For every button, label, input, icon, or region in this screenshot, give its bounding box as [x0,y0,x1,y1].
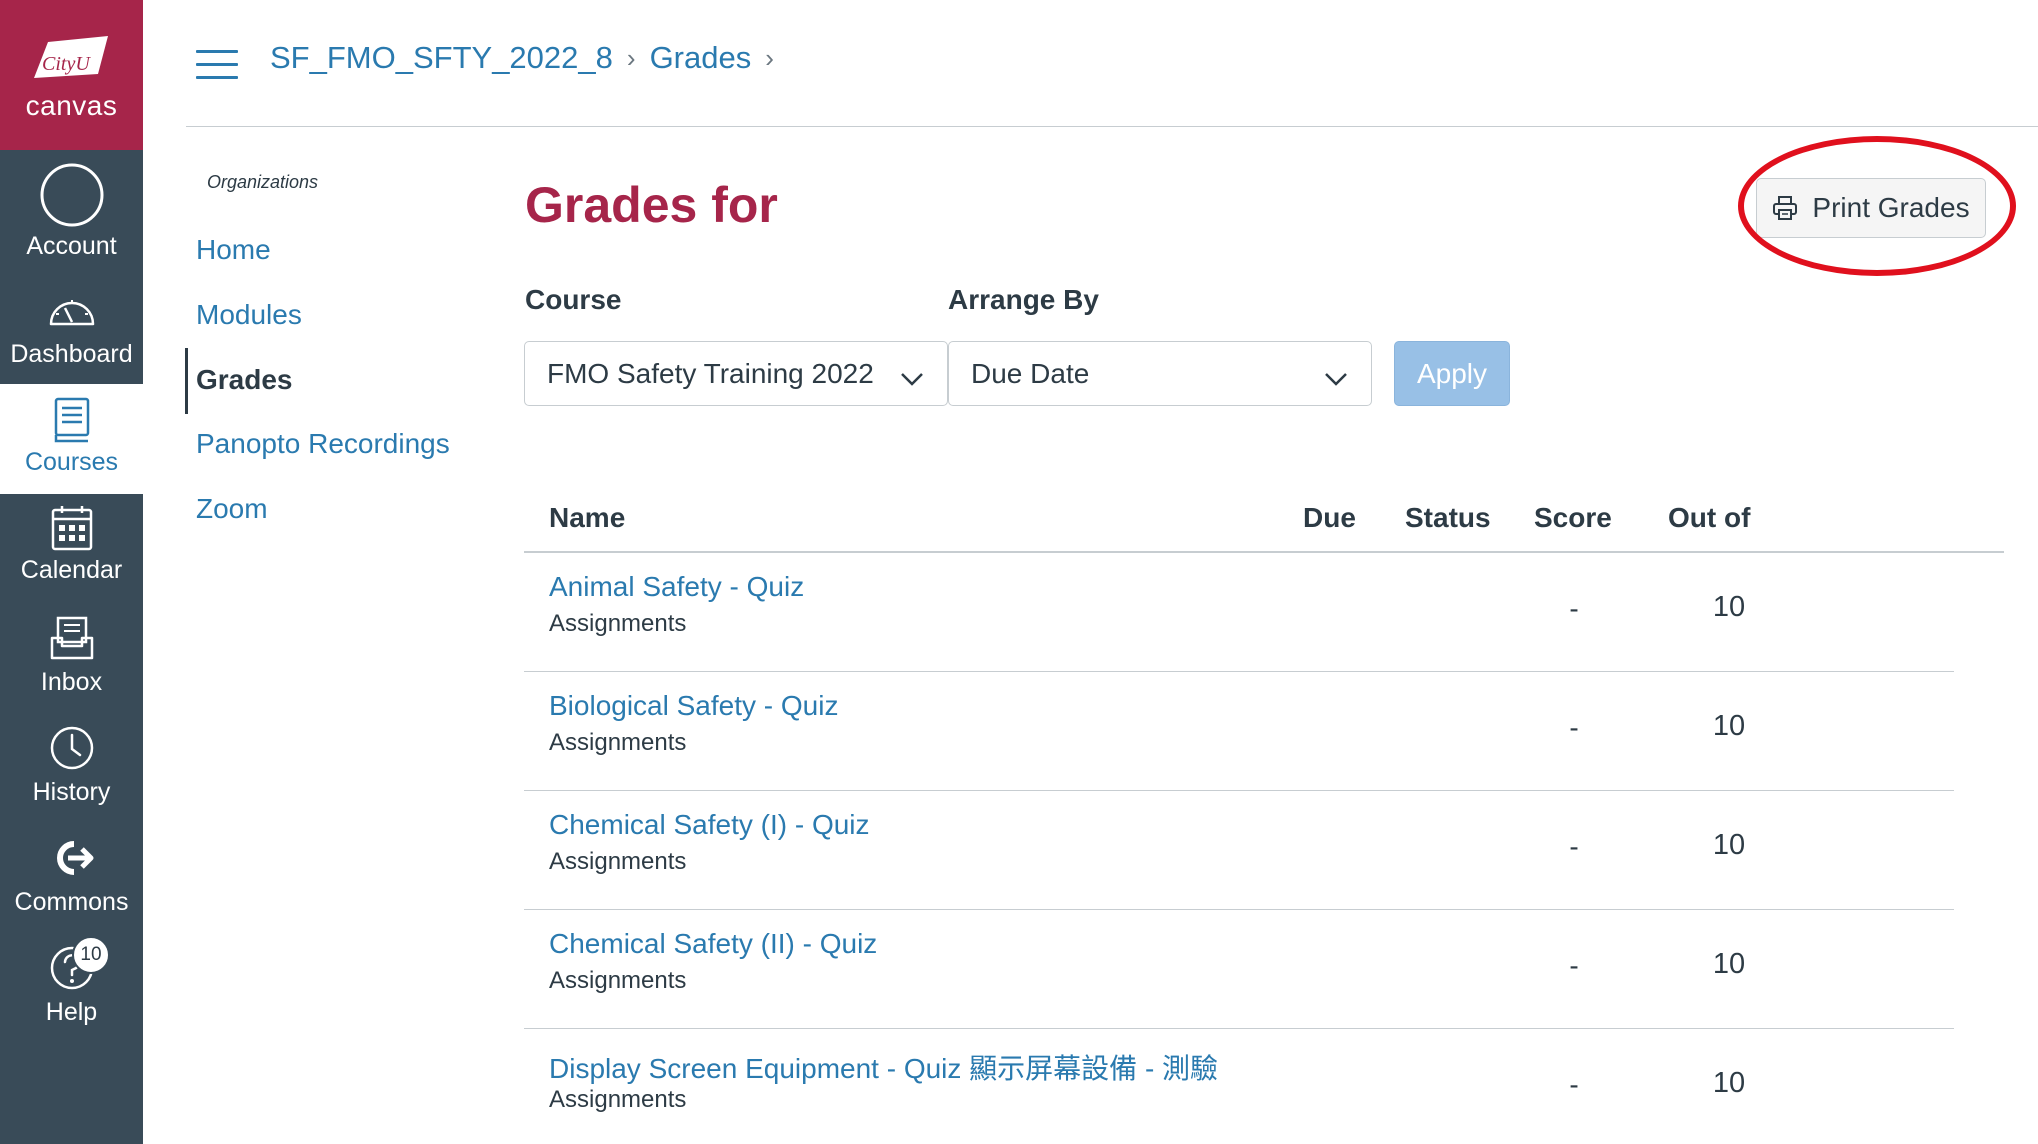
column-header-due[interactable]: Due [1303,502,1356,534]
inbox-icon [0,614,143,662]
assignment-link[interactable]: Chemical Safety (II) - Quiz [549,928,877,960]
table-row: Display Screen Equipment - Quiz 顯示屏幕設備 -… [524,1029,1954,1144]
assignment-out-of: 10 [1712,948,1746,980]
global-nav-label: Dashboard [10,340,133,368]
table-row: Animal Safety - Quiz Assignments - 10 [524,553,1954,672]
global-nav-commons[interactable]: Commons [0,824,143,934]
dashboard-gauge-icon [0,292,143,328]
column-header-name[interactable]: Name [549,502,625,534]
course-nav-panopto[interactable]: Panopto Recordings [196,428,450,460]
table-row: Chemical Safety (I) - Quiz Assignments -… [524,791,1954,910]
assignment-link[interactable]: Biological Safety - Quiz [549,690,838,722]
course-nav-active-indicator [185,348,188,414]
global-nav-account[interactable]: Account [0,150,143,260]
global-nav-label: Courses [24,448,119,476]
canvas-logo-text: canvas [25,90,118,121]
help-notification-badge: 10 [72,936,110,974]
breadcrumb-course-link[interactable]: SF_FMO_SFTY_2022_8 [270,40,613,76]
global-nav-label: Calendar [20,556,123,584]
global-nav-label: Commons [14,888,129,916]
commons-icon [0,838,143,878]
breadcrumb-separator: › [765,42,774,73]
assignment-score: - [1569,712,1579,743]
course-nav-modules[interactable]: Modules [196,299,302,331]
breadcrumb-separator: › [626,42,636,73]
table-row: Biological Safety - Quiz Assignments - 1… [524,672,1954,791]
global-nav-courses[interactable]: Courses [0,384,143,494]
global-nav-dashboard[interactable]: Dashboard [0,260,143,370]
column-header-score[interactable]: Score [1534,502,1612,534]
course-select-value: FMO Safety Training 2022 [547,357,874,389]
course-nav-grades[interactable]: Grades [196,364,293,396]
highlight-annotation-oval [1738,136,2016,276]
global-nav-label: History [32,778,111,806]
table-row: Chemical Safety (II) - Quiz Assignments … [524,910,1954,1029]
assignment-out-of: 10 [1712,710,1746,742]
course-nav-home[interactable]: Home [196,234,271,266]
global-nav-history[interactable]: History [0,714,143,824]
assignment-link[interactable]: Display Screen Equipment - Quiz 顯示屏幕設備 -… [549,1047,1218,1087]
arrange-by-select[interactable]: Due Date [948,341,1372,406]
course-nav-zoom[interactable]: Zoom [196,493,268,525]
column-header-status[interactable]: Status [1405,502,1491,534]
assignment-score: - [1569,831,1579,862]
assignment-group: Assignments [549,1086,687,1113]
assignment-link[interactable]: Chemical Safety (I) - Quiz [549,809,870,841]
global-nav-label: Inbox [40,668,103,696]
column-header-out-of[interactable]: Out of [1668,502,1750,534]
arrange-by-value: Due Date [971,357,1090,389]
course-select[interactable]: FMO Safety Training 2022 [524,341,948,406]
assignment-group: Assignments [549,729,687,756]
global-nav-label: Account [26,232,117,260]
breadcrumb: SF_FMO_SFTY_2022_8 › Grades › [270,40,788,76]
course-select-label: Course [525,284,622,315]
assignment-out-of: 10 [1712,591,1746,623]
assignment-group: Assignments [549,610,687,637]
assignment-score: - [1569,593,1579,624]
global-nav-label: Help [45,998,98,1026]
page-title: Grades for [525,177,778,233]
hamburger-menu-icon[interactable] [196,50,238,80]
global-nav-inbox[interactable]: Inbox [0,604,143,714]
course-nav-title: Organizations [207,172,319,192]
apply-button[interactable]: Apply [1394,341,1510,406]
global-navigation: CityU canvas Account Dashboard Courses C… [0,0,143,1144]
assignment-group: Assignments [549,848,687,875]
chevron-down-icon [1323,364,1349,396]
assignment-link[interactable]: Animal Safety - Quiz [549,571,804,603]
header-divider [186,126,2038,127]
chevron-down-icon [899,364,925,396]
assignment-score: - [1569,1069,1579,1100]
assignment-out-of: 10 [1712,1067,1746,1099]
breadcrumb-grades-link[interactable]: Grades [650,40,752,76]
institution-logo[interactable]: CityU canvas [0,0,143,150]
assignment-score: - [1569,950,1579,981]
svg-text:CityU: CityU [42,53,91,75]
cityu-logo-icon: CityU [34,36,108,78]
assignment-group: Assignments [549,967,687,994]
calendar-icon [0,504,143,552]
courses-book-icon [0,396,143,444]
global-nav-calendar[interactable]: Calendar [0,494,143,604]
assignment-out-of: 10 [1712,829,1746,861]
history-clock-icon [0,724,143,772]
arrange-by-label: Arrange By [948,284,1099,315]
account-circle-icon [0,162,143,228]
